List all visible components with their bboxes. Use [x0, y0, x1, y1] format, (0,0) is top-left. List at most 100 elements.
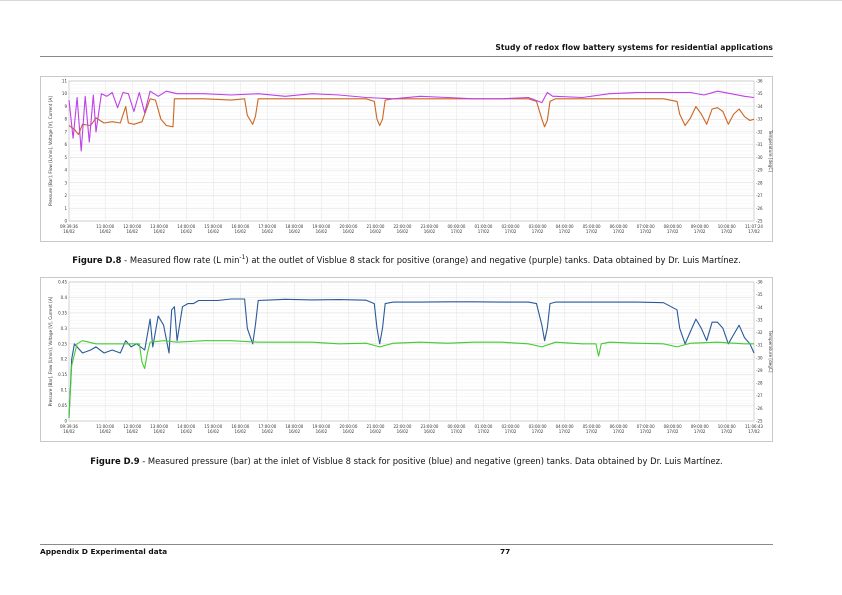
- y-right-tick-label: -36: [756, 79, 763, 84]
- footer-section-title: Appendix D Experimental data: [40, 547, 168, 556]
- x-tick-date-label: 16/02: [235, 429, 247, 434]
- y-tick-label: 10: [62, 91, 68, 96]
- x-tick-date-label: 17/02: [532, 229, 544, 234]
- y-tick-label: 8: [64, 117, 67, 122]
- x-tick-date-label: 16/02: [235, 229, 247, 234]
- y-tick-label: 0.3: [61, 326, 68, 331]
- flow-rate-chart: 0 1 2 3 4 5 6 7 8 9 10 11 -25 -26 -27 -28 -29 -30 -31 -32 -3…: [40, 76, 773, 242]
- x-tick-date-label: 16/02: [63, 229, 75, 234]
- x-tick-date-label: 17/02: [721, 229, 733, 234]
- y-right-tick-label: -31: [756, 142, 763, 147]
- caption-text-d9: - Measured pressure (bar) at the inlet o…: [139, 456, 723, 466]
- y-tick-label: 0.05: [58, 403, 67, 408]
- y-tick-label: 0.15: [58, 372, 67, 377]
- y-grid: [69, 80, 754, 222]
- y-right-tick-label: -25: [756, 419, 763, 424]
- y-right-axis-label: Temperature [degC]: [768, 129, 773, 172]
- y-right-tick-label: -34: [756, 104, 763, 109]
- x-tick-date-label: 17/02: [748, 429, 760, 434]
- y-right-tick-label: -29: [756, 168, 763, 173]
- y-right-tick-label: -34: [756, 305, 763, 310]
- y-right-tick-label: -35: [756, 292, 763, 297]
- y-tick-label: 4: [64, 168, 67, 173]
- y-right-tick-label: -30: [756, 155, 763, 160]
- x-tick-date-label: 17/02: [559, 429, 571, 434]
- x-tick-date-label: 16/02: [370, 229, 382, 234]
- x-tick-date-label: 17/02: [451, 229, 463, 234]
- x-tick-date-label: 16/02: [153, 429, 165, 434]
- x-tick-date-label: 16/02: [289, 229, 301, 234]
- y-right-tick-label: -28: [756, 381, 763, 386]
- x-tick-date-label: 17/02: [640, 429, 652, 434]
- caption-text-d8-part2: ) at the outlet of Visblue 8 stack for p…: [245, 254, 741, 265]
- x-tick-date-label: 17/02: [478, 229, 490, 234]
- y-tick-label: 0.25: [58, 341, 67, 346]
- x-tick-date-label: 16/02: [316, 229, 328, 234]
- caption-text-d8-part1: - Measured flow rate (L min: [121, 254, 240, 265]
- x-tick-date-label: 17/02: [451, 429, 463, 434]
- figure-caption-d9: Figure D.9 - Measured pressure (bar) at …: [40, 456, 773, 466]
- header-rule: [40, 56, 773, 57]
- y-tick-label: 2: [64, 193, 67, 198]
- figure-label-d9: Figure D.9: [90, 456, 140, 466]
- y-tick-label: 3: [64, 180, 67, 185]
- y-tick-label: 6: [64, 142, 67, 147]
- x-tick-date-label: 16/02: [208, 229, 220, 234]
- x-tick-date-label: 17/02: [586, 429, 598, 434]
- x-tick-date-label: 16/02: [99, 429, 111, 434]
- document-page: Study of redox flow battery systems for …: [40, 0, 773, 595]
- figure-caption-d8: Figure D.8 - Measured flow rate (L min-1…: [40, 254, 773, 265]
- footer-rule: [40, 544, 773, 545]
- y-tick-label: 0.45: [58, 280, 67, 285]
- x-tick-date-label: 17/02: [505, 429, 517, 434]
- x-tick-date-label: 16/02: [126, 429, 138, 434]
- x-tick-date-label: 17/02: [694, 229, 706, 234]
- x-tick-date-label: 16/02: [397, 429, 409, 434]
- x-tick-date-label: 17/02: [532, 429, 544, 434]
- x-tick-date-label: 16/02: [424, 429, 436, 434]
- x-tick-date-label: 16/02: [343, 229, 355, 234]
- y-right-tick-label: -25: [756, 219, 763, 224]
- x-tick-date-label: 16/02: [181, 429, 193, 434]
- x-tick-date-label: 17/02: [478, 429, 490, 434]
- pressure-chart-svg: 0 0.05 0.1 0.15 0.2 0.25 0.3 0.35 0.4 0.45 -25 -26 -…: [48, 280, 773, 435]
- x-tick-date-label: 16/02: [316, 429, 328, 434]
- running-header: Study of redox flow battery systems for …: [495, 43, 773, 52]
- x-tick-date-label: 16/02: [153, 229, 165, 234]
- y-right-tick-label: -32: [756, 129, 763, 134]
- y-axis-label: Pressure [Bar], Flow [L/min], Voltage [V…: [48, 296, 53, 406]
- y-tick-label: 5: [64, 155, 67, 160]
- y-tick-label: 7: [64, 129, 67, 134]
- y-tick-label: 0.35: [58, 310, 67, 315]
- x-tick-date-label: 17/02: [613, 429, 625, 434]
- x-tick-date-label: 16/02: [289, 429, 301, 434]
- x-tick-date-label: 17/02: [748, 229, 760, 234]
- y-right-tick-label: -33: [756, 117, 763, 122]
- y-tick-label: 0.4: [61, 295, 68, 300]
- x-tick-date-label: 17/02: [559, 229, 571, 234]
- x-tick-date-label: 16/02: [181, 229, 193, 234]
- page-number: 77: [500, 547, 511, 556]
- x-tick-date-label: 17/02: [721, 429, 733, 434]
- y-right-tick-label: -29: [756, 368, 763, 373]
- x-tick-date-label: 16/02: [208, 429, 220, 434]
- y-right-tick-label: -30: [756, 355, 763, 360]
- x-tick-date-label: 16/02: [99, 229, 111, 234]
- x-tick-date-label: 16/02: [343, 429, 355, 434]
- x-tick-date-label: 17/02: [613, 229, 625, 234]
- y-right-tick-label: -27: [756, 193, 763, 198]
- x-tick-date-label: 16/02: [370, 429, 382, 434]
- y-tick-label: 9: [64, 104, 67, 109]
- y-tick-label: 11: [62, 79, 68, 84]
- y-tick-label: 0.2: [61, 357, 68, 362]
- x-tick-date-label: 17/02: [667, 229, 679, 234]
- y-right-tick-label: -26: [756, 406, 763, 411]
- y-right-tick-label: -28: [756, 180, 763, 185]
- x-tick-date-label: 16/02: [63, 429, 75, 434]
- y-right-tick-label: -33: [756, 317, 763, 322]
- x-tick-date-label: 16/02: [126, 229, 138, 234]
- x-tick-date-label: 16/02: [397, 229, 409, 234]
- y-right-tick-label: -31: [756, 343, 763, 348]
- y-right-tick-label: -26: [756, 206, 763, 211]
- y-tick-label: 0: [64, 219, 67, 224]
